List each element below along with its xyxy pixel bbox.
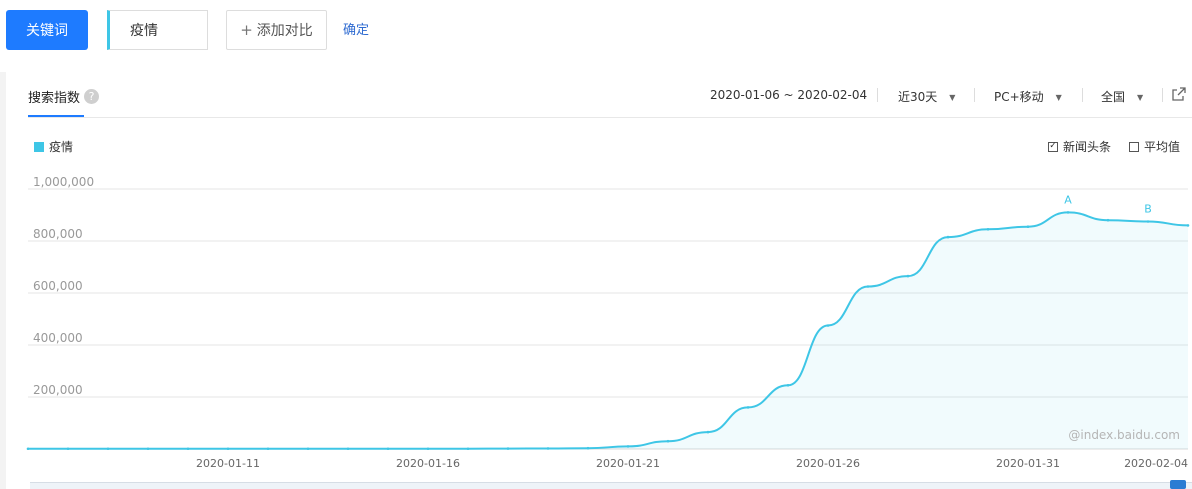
- data-point: [186, 447, 190, 451]
- data-point: [1026, 225, 1030, 228]
- data-point: [466, 447, 470, 451]
- data-point: [1186, 224, 1190, 227]
- data-point: [866, 285, 870, 288]
- news-marker-label: A: [1064, 193, 1072, 206]
- data-point: [106, 447, 110, 451]
- data-point: [946, 235, 950, 239]
- data-point: [266, 447, 270, 451]
- x-tick-label: 2020-01-16: [396, 457, 460, 470]
- search-index-chart[interactable]: 1,000,000 800,000 600,000 400,000 200,000 202…: [0, 0, 1192, 489]
- data-point: [386, 447, 390, 451]
- scrollbar-handle[interactable]: [1170, 480, 1186, 489]
- news-marker-label: B: [1144, 203, 1152, 216]
- data-point: [426, 447, 430, 451]
- x-tick-label: 2020-01-21: [596, 457, 660, 470]
- data-point: [626, 445, 630, 448]
- x-tick-label: 2020-01-26: [796, 457, 860, 470]
- y-tick-label: 1,000,000: [33, 175, 94, 189]
- y-tick-label: 400,000: [33, 331, 83, 345]
- data-point: [1066, 211, 1070, 214]
- chart-range-scrollbar[interactable]: [30, 482, 1192, 489]
- data-point: [346, 447, 350, 451]
- data-point: [826, 324, 830, 327]
- data-point: [586, 446, 590, 450]
- data-point: [706, 430, 710, 434]
- data-point: [746, 406, 750, 409]
- x-tick-label: 2020-01-31: [996, 457, 1060, 470]
- x-tick-label: 2020-02-04: [1124, 457, 1188, 470]
- data-point: [666, 439, 670, 443]
- data-point: [786, 384, 790, 387]
- y-tick-label: 200,000: [33, 383, 83, 397]
- y-tick-label: 800,000: [33, 227, 83, 241]
- data-point: [546, 447, 550, 450]
- data-point: [66, 447, 70, 451]
- data-point: [226, 447, 230, 451]
- x-tick-label: 2020-01-11: [196, 457, 260, 470]
- watermark: @index.baidu.com: [1068, 428, 1180, 442]
- y-tick-label: 600,000: [33, 279, 83, 293]
- data-point: [1106, 218, 1110, 222]
- data-point: [1146, 220, 1150, 223]
- data-point: [26, 447, 30, 451]
- data-point: [146, 447, 150, 451]
- data-point: [506, 447, 510, 450]
- data-point: [986, 228, 990, 231]
- data-point: [906, 274, 910, 278]
- data-point: [306, 447, 310, 451]
- series-area: [28, 212, 1188, 449]
